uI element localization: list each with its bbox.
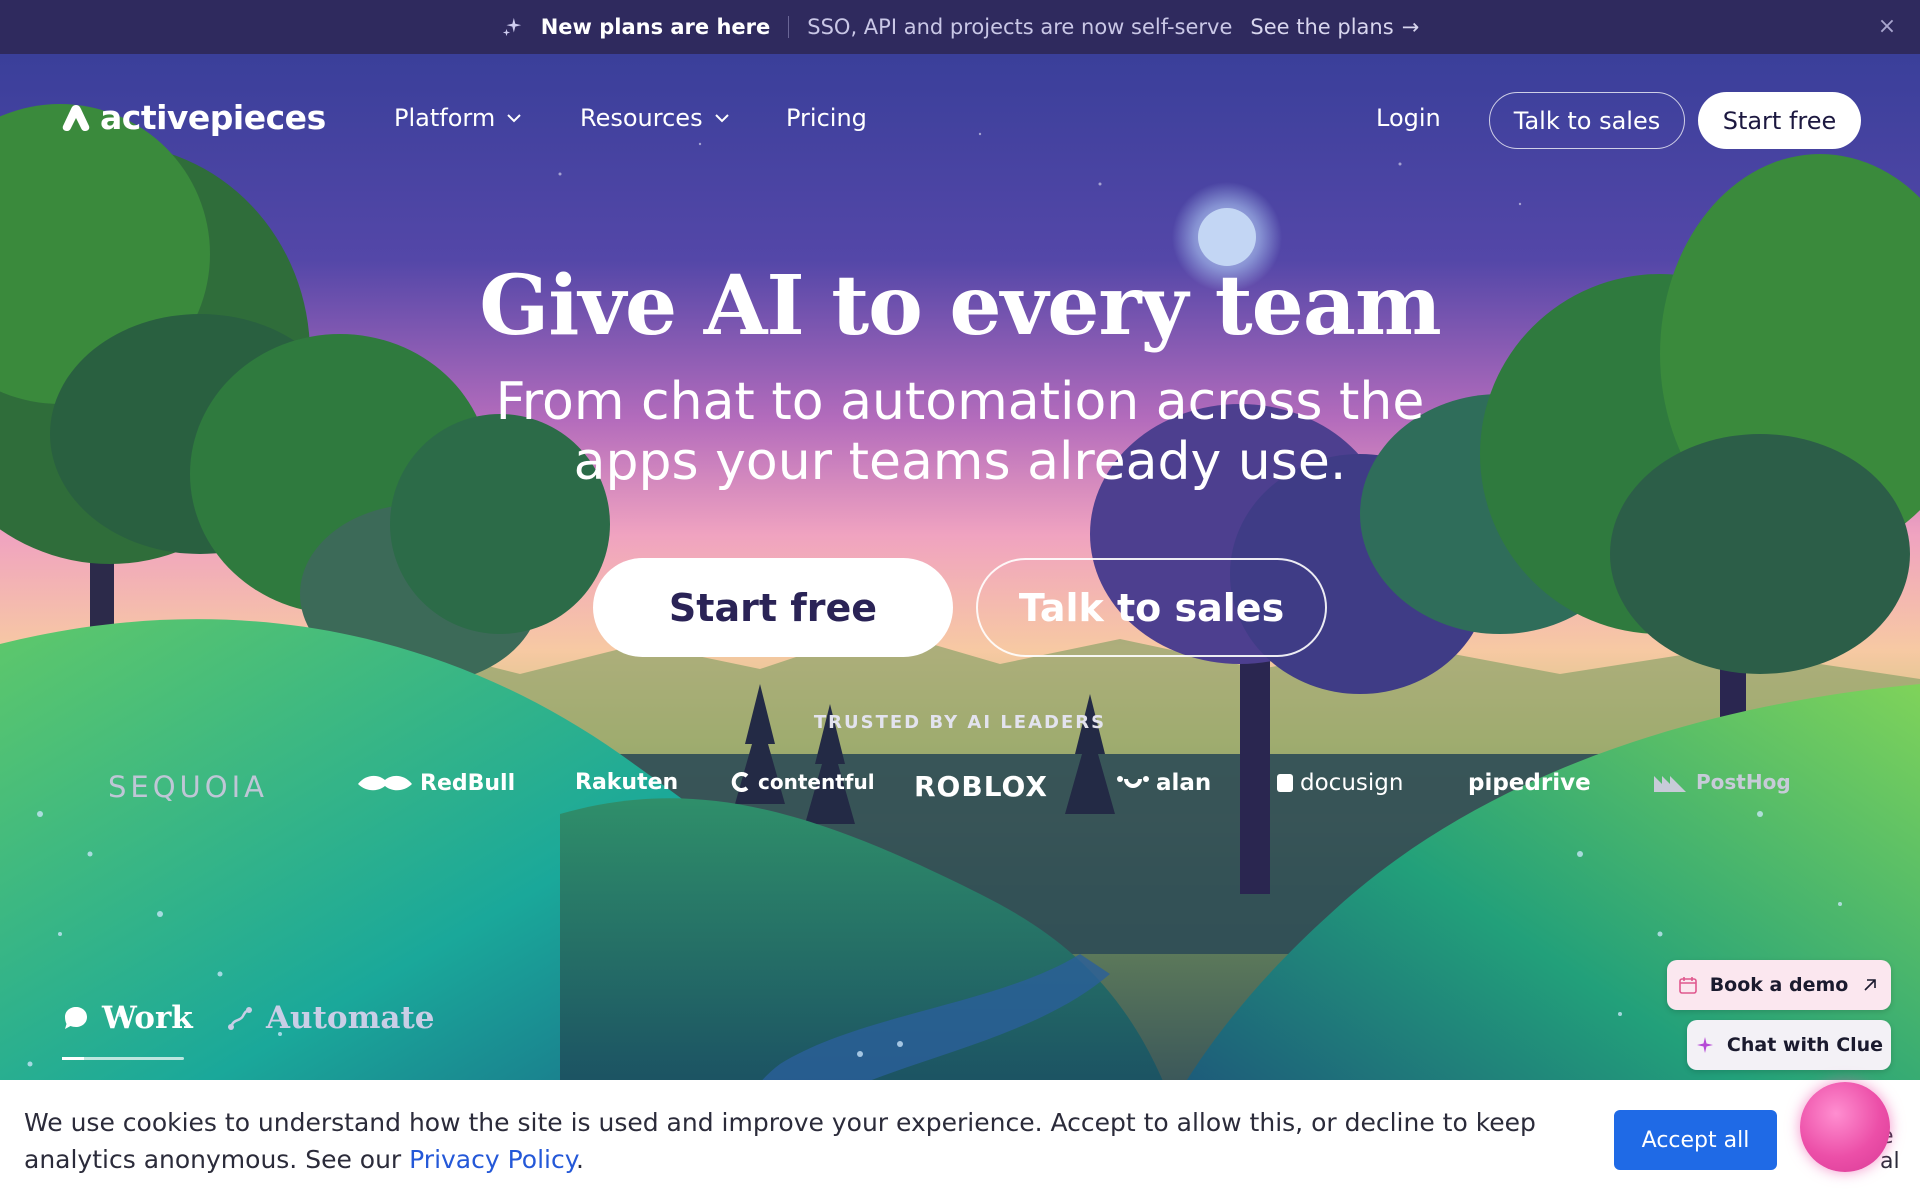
logo-alan: alan [1116, 770, 1211, 796]
assistant-orb[interactable] [1800, 1082, 1890, 1172]
customer-logos: SEQUOIA RedBull Rakuten contentful ROBLO… [0, 762, 1920, 808]
sparkle-icon [502, 17, 521, 37]
hero-start-free-button[interactable]: Start free [593, 558, 953, 657]
announcement-bar: New plans are here SSO, API and projects… [0, 0, 1920, 54]
nav-pricing[interactable]: Pricing [786, 104, 867, 132]
contentful-icon [731, 772, 749, 792]
cookie-banner: We use cookies to understand how the sit… [0, 1080, 1920, 1200]
trusted-label: TRUSTED BY AI LEADERS [813, 712, 1107, 733]
announcement-detail: SSO, API and projects are now self-serve [807, 15, 1233, 39]
chat-bubble-icon [65, 1007, 87, 1029]
hero-talk-to-sales-button[interactable]: Talk to sales [976, 558, 1327, 657]
start-free-button[interactable]: Start free [1698, 92, 1861, 149]
logo-roblox-text: ROBLOX [914, 770, 1048, 803]
nav-platform[interactable]: Platform [394, 104, 523, 132]
hero-subtitle: From chat to automation across the apps … [495, 372, 1425, 492]
see-plans-link[interactable]: See the plans → [1250, 15, 1419, 39]
login-label: Login [1376, 104, 1441, 132]
nav-pricing-label: Pricing [786, 104, 867, 132]
accept-all-button[interactable]: Accept all [1614, 1110, 1777, 1170]
tab-automate-label: Automate [266, 1000, 435, 1036]
tab-work-label: Work [102, 1000, 193, 1036]
logo-posthog: PostHog [1652, 770, 1791, 794]
logo-contentful-text: contentful [758, 770, 875, 794]
logo-pipedrive-text: pipedrive [1468, 770, 1591, 796]
logo-posthog-text: PostHog [1696, 770, 1791, 794]
book-demo-button[interactable]: Book a demo [1667, 960, 1891, 1010]
alan-icon [1117, 776, 1149, 788]
logo-sequoia-text: SEQUOIA [108, 770, 269, 804]
external-arrow-icon [1864, 979, 1877, 991]
logo-rakuten-text: Rakuten [575, 770, 679, 795]
nav-resources[interactable]: Resources [580, 104, 731, 132]
arrow-right-icon: → [1401, 15, 1420, 39]
logo-docusign-text: docusign [1300, 770, 1404, 796]
announcement-headline: New plans are here [540, 15, 771, 39]
logo-sequoia: SEQUOIA [108, 770, 268, 804]
workflow-icon [228, 1007, 252, 1030]
docusign-icon [1277, 774, 1293, 792]
logo-docusign: docusign [1276, 770, 1403, 796]
cookie-message: We use cookies to understand how the sit… [24, 1104, 1564, 1178]
chevron-down-icon [714, 114, 729, 123]
chat-with-clue-label: Chat with Clue [1726, 1034, 1884, 1056]
privacy-policy-link[interactable]: Privacy Policy [409, 1145, 576, 1174]
activepieces-logo-icon [62, 104, 90, 131]
talk-to-sales-button[interactable]: Talk to sales [1489, 92, 1685, 149]
tab-work[interactable]: Work [62, 1000, 193, 1036]
cookie-message-end: . [575, 1145, 584, 1174]
logo-redbull: RedBull [356, 770, 515, 796]
tab-automate[interactable]: Automate [226, 1000, 435, 1036]
chevron-down-icon [507, 114, 521, 123]
logo-pipedrive: pipedrive [1468, 770, 1591, 796]
calendar-icon [1678, 977, 1697, 994]
brand-name: activepieces [100, 98, 326, 137]
nav-platform-label: Platform [394, 104, 496, 132]
cookie-message-text: We use cookies to understand how the sit… [24, 1108, 1536, 1174]
login-link[interactable]: Login [1376, 104, 1441, 132]
logo-roblox: ROBLOX [914, 770, 1048, 803]
logo-redbull-text: RedBull [420, 770, 516, 796]
logo-contentful: contentful [730, 770, 875, 794]
close-icon[interactable]: × [1876, 16, 1898, 38]
brand-logo[interactable]: activepieces [60, 98, 326, 137]
announcement-divider [788, 16, 790, 38]
active-tab-indicator [62, 1057, 184, 1060]
see-plans-label: See the plans [1250, 15, 1394, 39]
logo-rakuten: Rakuten [575, 770, 678, 795]
logo-alan-text: alan [1156, 770, 1212, 796]
posthog-icon [1654, 776, 1686, 792]
chat-with-clue-button[interactable]: Chat with Clue [1687, 1020, 1891, 1070]
nav-resources-label: Resources [580, 104, 703, 132]
bull-icon [358, 775, 412, 791]
sparkle-icon [1696, 1037, 1713, 1053]
hero-title: Give AI to every team [479, 258, 1442, 354]
book-demo-label: Book a demo [1709, 974, 1849, 996]
main-nav: activepieces Platform Resources Pricing … [0, 54, 1920, 184]
